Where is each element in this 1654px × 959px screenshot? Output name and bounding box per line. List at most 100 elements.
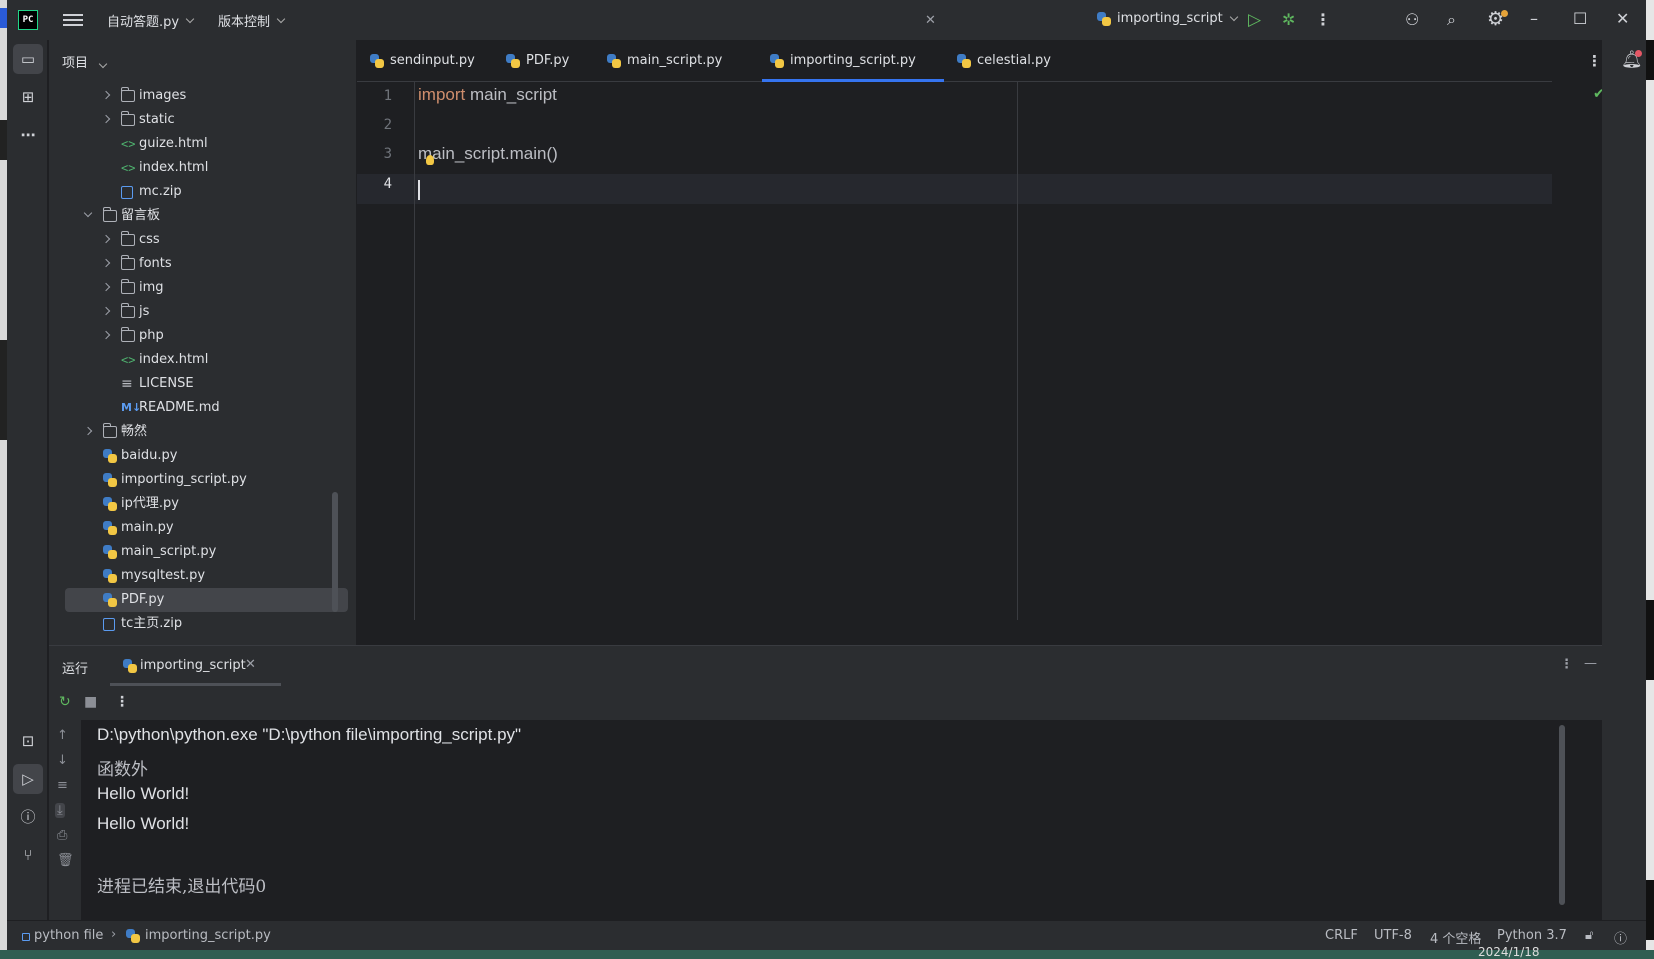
scroll-up-icon[interactable]: ↑ [57, 728, 68, 743]
more-actions-icon[interactable]: ⋮ [1315, 10, 1331, 30]
python-file-icon [123, 659, 137, 673]
tree-item[interactable]: importing_script.py [49, 468, 356, 492]
tree-item[interactable]: css [49, 228, 356, 252]
breadcrumb-separator-icon: › [111, 927, 117, 942]
chevron-right-icon[interactable] [101, 330, 111, 340]
chevron-right-icon[interactable] [101, 258, 111, 268]
python-file-icon [103, 521, 117, 535]
pycharm-logo-icon[interactable]: PC [18, 10, 38, 30]
breadcrumb-file[interactable]: importing_script.py [145, 928, 271, 943]
tree-item[interactable]: img [49, 276, 356, 300]
close-icon[interactable]: ✕ [1616, 9, 1629, 29]
chevron-right-icon[interactable] [101, 90, 111, 100]
search-icon[interactable]: ⌕ [1447, 10, 1456, 30]
tree-item[interactable]: tc主页.zip [49, 612, 356, 636]
run-tab-importing-script[interactable]: importing_script [110, 646, 281, 686]
stop-icon[interactable]: ■ [84, 694, 97, 710]
tab-close-icon[interactable]: ✕ [925, 13, 936, 28]
project-tree-scrollbar[interactable] [332, 492, 338, 612]
folder-icon [102, 207, 117, 222]
tabs-more-icon[interactable]: ⋮ [1587, 52, 1602, 70]
tree-item[interactable]: M↓ README.md [49, 396, 356, 420]
run-config-selector[interactable]: importing_script [1097, 11, 1239, 26]
run-panel-hide-icon[interactable]: — [1584, 656, 1597, 671]
more-tools-icon[interactable]: ⋯ [13, 120, 43, 150]
chevron-right-icon[interactable] [101, 234, 111, 244]
tab-sendinput[interactable]: sendinput.py [370, 40, 475, 82]
indent-widget[interactable]: 4 个空格 [1430, 928, 1481, 947]
tab-celestial[interactable]: celestial.py [957, 40, 1051, 82]
clear-trash-icon[interactable]: 🗑︎ [57, 853, 74, 868]
run-icon[interactable]: ▷ [1248, 10, 1261, 30]
title-bar: PC 自动答题.py 版本控制 importing_script ▷ ✲ ⋮ ⚇… [7, 0, 1646, 40]
python-file-icon [103, 593, 117, 607]
lightbulb-intention-icon[interactable] [426, 155, 434, 165]
add-user-icon[interactable]: ⚇ [1405, 10, 1419, 30]
tab-pdf[interactable]: PDF.py [506, 40, 569, 82]
tree-item[interactable]: php [49, 324, 356, 348]
tree-item[interactable]: <> guize.html [49, 132, 356, 156]
chevron-down-icon[interactable] [83, 208, 93, 218]
tree-item[interactable]: <> index.html [49, 348, 356, 372]
git-branch-icon[interactable]: ⑂ [13, 840, 43, 870]
print-icon[interactable]: ⎙ [57, 828, 67, 843]
console-line: Hello World! [97, 784, 190, 803]
chevron-down-icon [185, 14, 195, 23]
scroll-to-end-icon[interactable]: ⤓ [55, 803, 65, 818]
tree-item[interactable]: PDF.py [65, 588, 348, 612]
problems-icon[interactable]: ⓘ [13, 802, 43, 832]
maximize-icon[interactable]: ☐ [1573, 9, 1587, 29]
update-badge [1501, 10, 1508, 17]
tree-item[interactable]: main_script.py [49, 540, 356, 564]
tree-item[interactable]: ≡ LICENSE [49, 372, 356, 396]
tree-item[interactable]: mysqltest.py [49, 564, 356, 588]
tree-item-label: tc主页.zip [121, 616, 183, 631]
tree-item[interactable]: fonts [49, 252, 356, 276]
console-output[interactable]: D:\python\python.exe "D:\python file\imp… [81, 720, 1602, 921]
tree-item[interactable]: ip代理.py [49, 492, 356, 516]
structure-tool-icon[interactable]: ⊞ [13, 82, 43, 112]
run-more-icon[interactable]: ⋮ [115, 694, 129, 710]
html-file-icon: <> [121, 161, 136, 175]
tree-item[interactable]: static [49, 108, 356, 132]
tab-main-script[interactable]: main_script.py [607, 40, 722, 82]
project-panel-header[interactable]: 项目 [62, 52, 108, 71]
chevron-right-icon[interactable] [101, 306, 111, 316]
soft-wrap-icon[interactable]: ≡ [57, 778, 68, 793]
tree-item[interactable]: mc.zip [49, 180, 356, 204]
rerun-icon[interactable]: ↻ [59, 694, 71, 710]
main-menu-icon[interactable] [63, 11, 83, 29]
tree-item[interactable]: main.py [49, 516, 356, 540]
encoding-widget[interactable]: UTF-8 [1374, 928, 1412, 943]
project-selector[interactable]: 自动答题.py [107, 11, 195, 30]
tree-item[interactable]: images [49, 84, 356, 108]
chevron-right-icon[interactable] [83, 426, 93, 436]
project-tool-folder-icon[interactable]: ▭ [13, 44, 43, 74]
line-ending-widget[interactable]: CRLF [1325, 928, 1358, 943]
tree-item[interactable]: js [49, 300, 356, 324]
chevron-right-icon[interactable] [101, 282, 111, 292]
tree-item[interactable]: <> index.html [49, 156, 356, 180]
code-editor[interactable]: 1 2 3 4 import main_script main_script.m… [357, 82, 1552, 620]
tree-item[interactable]: baidu.py [49, 444, 356, 468]
tree-item[interactable]: 畅然 [49, 420, 356, 444]
tab-importing-script[interactable]: importing_script.py [762, 40, 944, 82]
chevron-right-icon[interactable] [101, 114, 111, 124]
run-panel-options-icon[interactable]: ⋮ [1560, 657, 1573, 672]
run-tool-icon[interactable]: ▷ [13, 764, 43, 794]
breadcrumb-root[interactable]: python file [34, 928, 103, 943]
lock-icon[interactable]: 🔓︎ [1585, 928, 1593, 943]
tree-item[interactable]: 留言板 [49, 204, 356, 228]
run-tab-close-icon[interactable]: ✕ [245, 657, 256, 672]
chevron-down-icon [1229, 12, 1239, 21]
debug-bug-icon[interactable]: ✲ [1282, 10, 1295, 30]
terminal-icon[interactable]: ⊡ [13, 726, 43, 756]
python-file-icon [607, 54, 621, 68]
vcs-menu[interactable]: 版本控制 [218, 11, 286, 30]
console-scrollbar[interactable] [1559, 725, 1565, 905]
scroll-down-icon[interactable]: ↓ [57, 753, 68, 768]
minimize-icon[interactable]: – [1530, 9, 1538, 29]
interpreter-widget[interactable]: Python 3.7 [1497, 928, 1567, 943]
tab-label: PDF.py [526, 53, 570, 68]
memory-indicator-icon[interactable]: ⓘ [1614, 928, 1627, 947]
